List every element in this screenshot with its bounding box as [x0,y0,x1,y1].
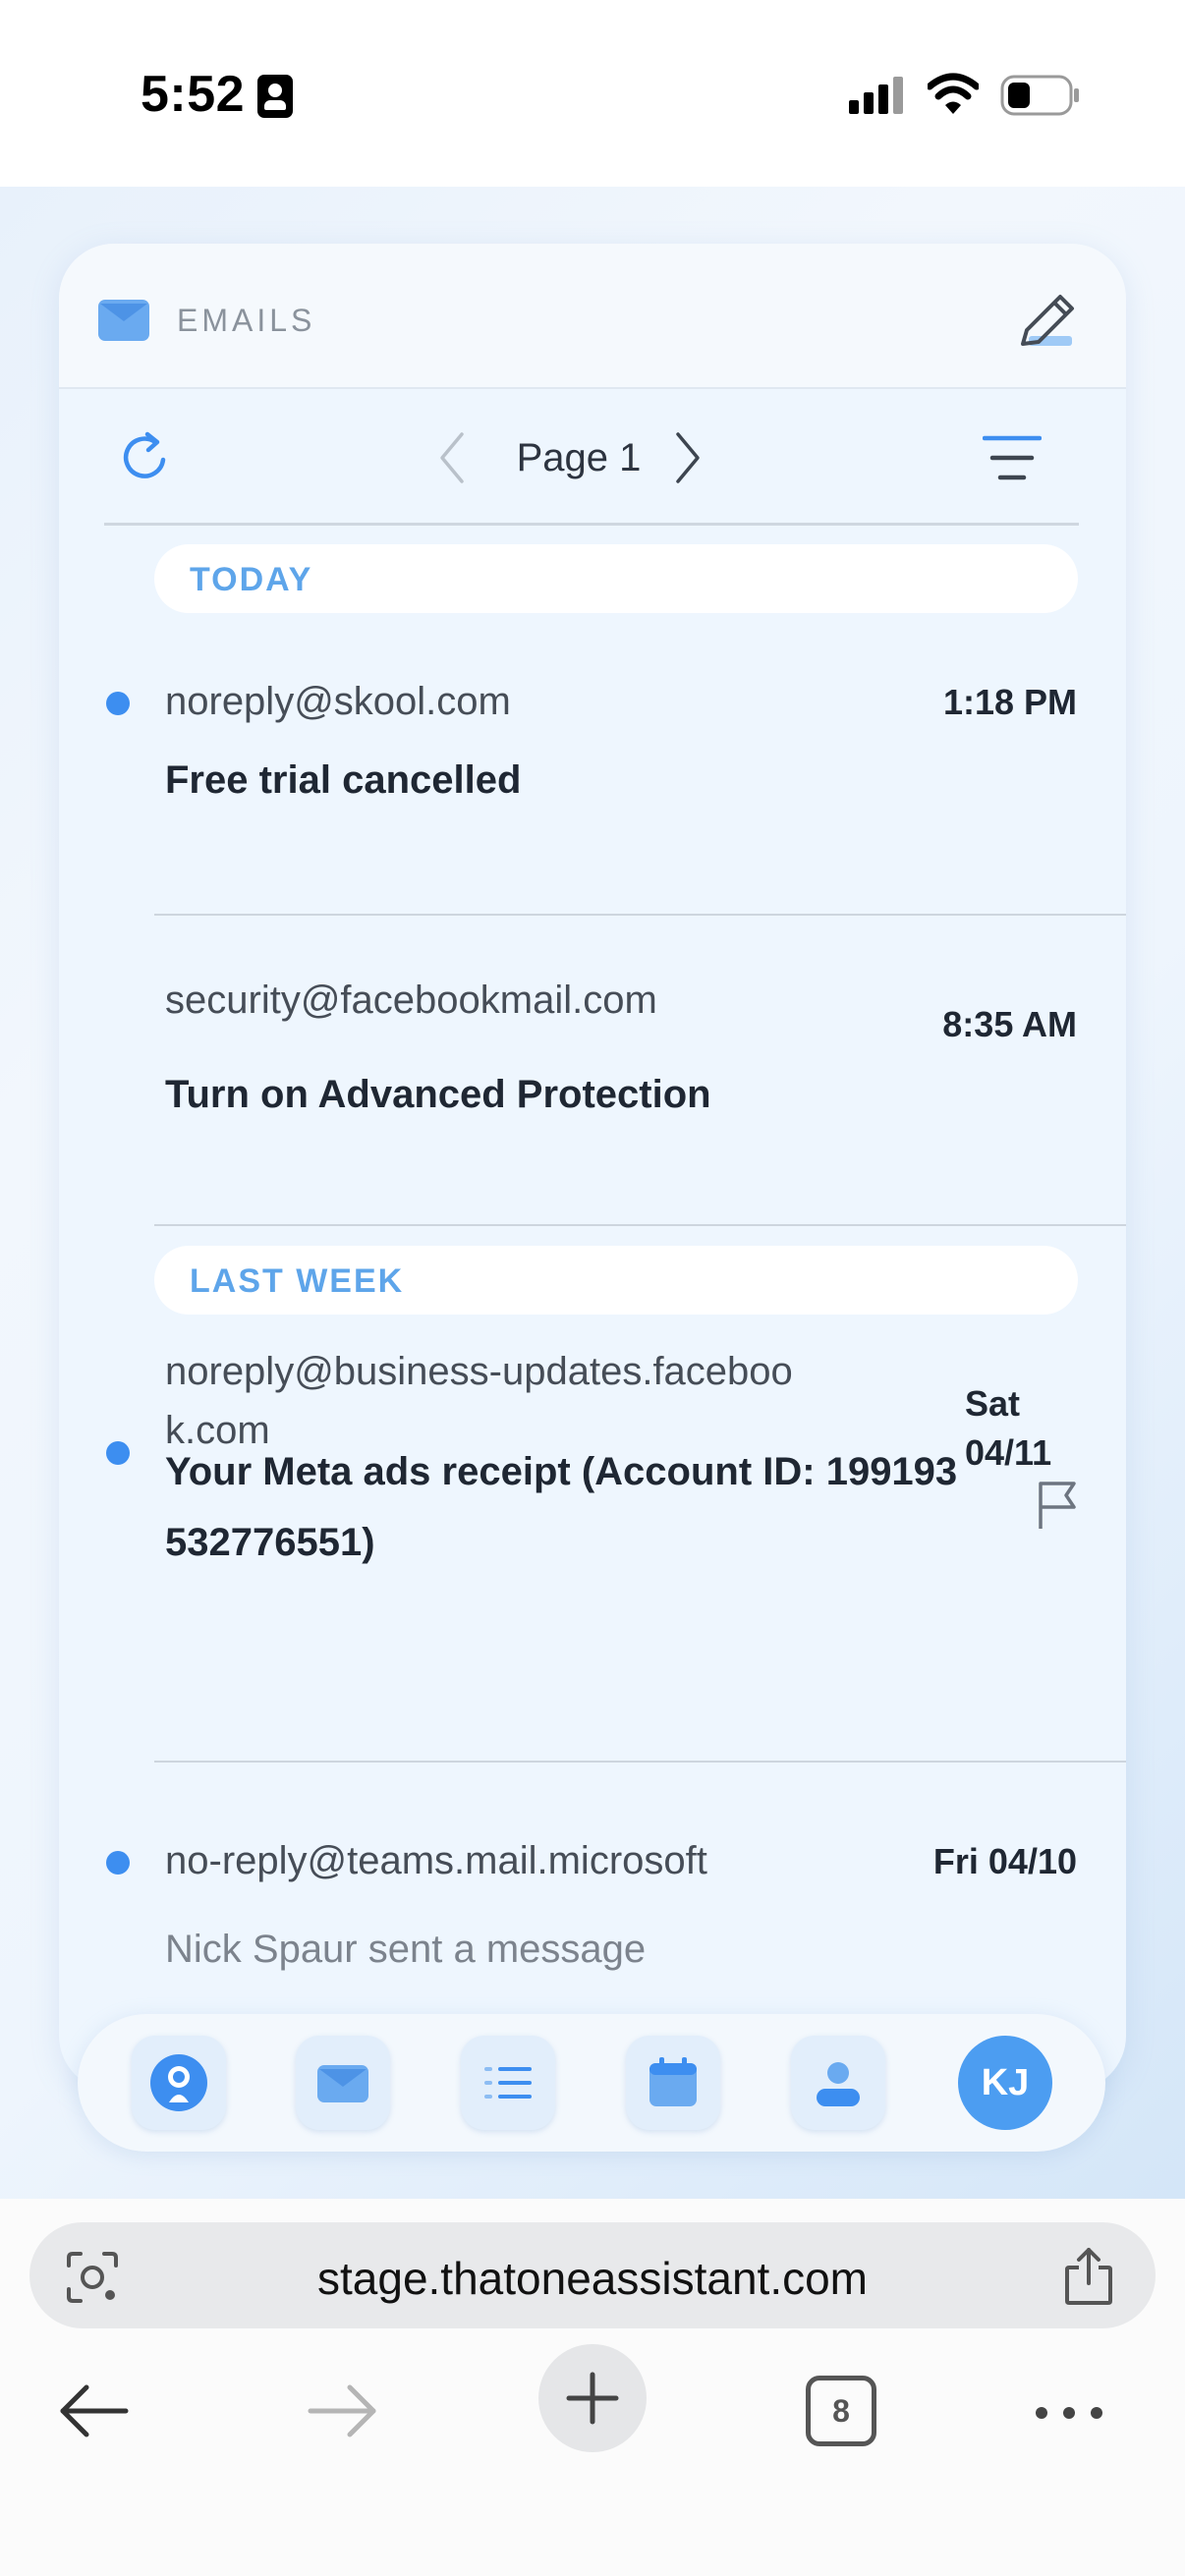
flag-icon[interactable] [1037,1480,1078,1531]
email-time: 1:18 PM [942,682,1077,722]
avatar[interactable]: KJ [958,2036,1052,2130]
unread-dot [106,1851,130,1875]
compose-icon[interactable] [1017,291,1078,352]
refresh-icon[interactable] [118,430,173,485]
email-subject: Your Meta ads receipt (Account ID: 19919… [165,1450,958,1493]
page-label: Page 1 [516,436,642,479]
address-bar[interactable]: stage.thatoneassistant.com [29,2222,1156,2328]
bottom-nav: KJ [78,2014,1105,2152]
mail-icon [98,300,149,341]
email-sender: security@facebookmail.com [165,979,657,1022]
divider [154,1224,1126,1226]
browser-toolbar: stage.thatoneassistant.com 8 [0,2199,1185,2576]
email-subject: Turn on Advanced Protection [165,1073,711,1116]
section-label: LAST WEEK [190,1262,405,1300]
plus-icon [566,2372,619,2425]
chevron-right-icon[interactable] [670,430,705,485]
email-list-item[interactable]: noreply@business-updates.faceboo k.com S… [59,1324,1126,1763]
section-label: TODAY [190,561,313,598]
email-preview: Nick Spaur sent a message [165,1928,647,1971]
list-icon [484,2067,532,2099]
unread-dot [106,1441,130,1465]
forward-arrow-icon[interactable] [305,2381,379,2440]
calendar-icon [649,2057,697,2106]
email-subject: Free trial cancelled [165,758,522,802]
status-bar: 5:52 [0,0,1185,187]
id-card-icon [257,75,293,118]
email-subject: 532776551) [165,1521,375,1564]
signal-icon [849,77,904,114]
email-list-item[interactable]: noreply@skool.com 1:18 PM Free trial can… [59,629,1126,916]
tab-switcher-button[interactable]: 8 [806,2376,876,2446]
battery-icon [1000,75,1079,116]
tab-count: 8 [832,2393,850,2429]
email-list-item[interactable]: security@facebookmail.com 8:35 AM Turn o… [59,916,1126,1226]
unread-dot [106,692,130,715]
lens-icon[interactable] [65,2250,120,2305]
page-title: EMAILS [177,303,316,338]
chevron-left-icon[interactable] [434,430,470,485]
email-sender: no-reply@teams.mail.microsoft [165,1839,707,1882]
contacts-icon [817,2062,860,2106]
back-arrow-icon[interactable] [57,2381,132,2440]
new-tab-button[interactable] [538,2344,647,2452]
wifi-icon [928,73,979,114]
card-header: EMAILS [59,244,1126,389]
share-icon[interactable] [1061,2246,1116,2307]
nav-list[interactable] [461,2036,555,2130]
app-area: EMAILS Page 1 TODAY noreply@skool.com 1:… [0,187,1185,2199]
nav-mail[interactable] [296,2036,390,2130]
nav-assistant[interactable] [132,2036,226,2130]
email-time: Fri 04/10 [932,1841,1077,1881]
nav-calendar[interactable] [626,2036,720,2130]
divider [104,523,1079,526]
section-header-last-week: LAST WEEK [154,1246,1078,1315]
email-sender: noreply@business-updates.faceboo [165,1350,793,1393]
assistant-icon [150,2054,207,2111]
section-header-today: TODAY [154,544,1078,613]
toolbar: Page 1 [59,389,1126,527]
email-time: 8:35 AM [942,1004,1077,1044]
email-card: EMAILS Page 1 TODAY noreply@skool.com 1:… [59,244,1126,2091]
email-time: Sat 04/11 [965,1383,1052,1473]
nav-contacts[interactable] [791,2036,885,2130]
more-icon[interactable] [1032,2401,1106,2425]
filter-icon[interactable] [983,432,1042,483]
mail-icon [317,2065,368,2102]
url-text: stage.thatoneassistant.com [317,2253,868,2304]
status-time: 5:52 [141,66,246,123]
email-sender: noreply@skool.com [165,680,511,723]
